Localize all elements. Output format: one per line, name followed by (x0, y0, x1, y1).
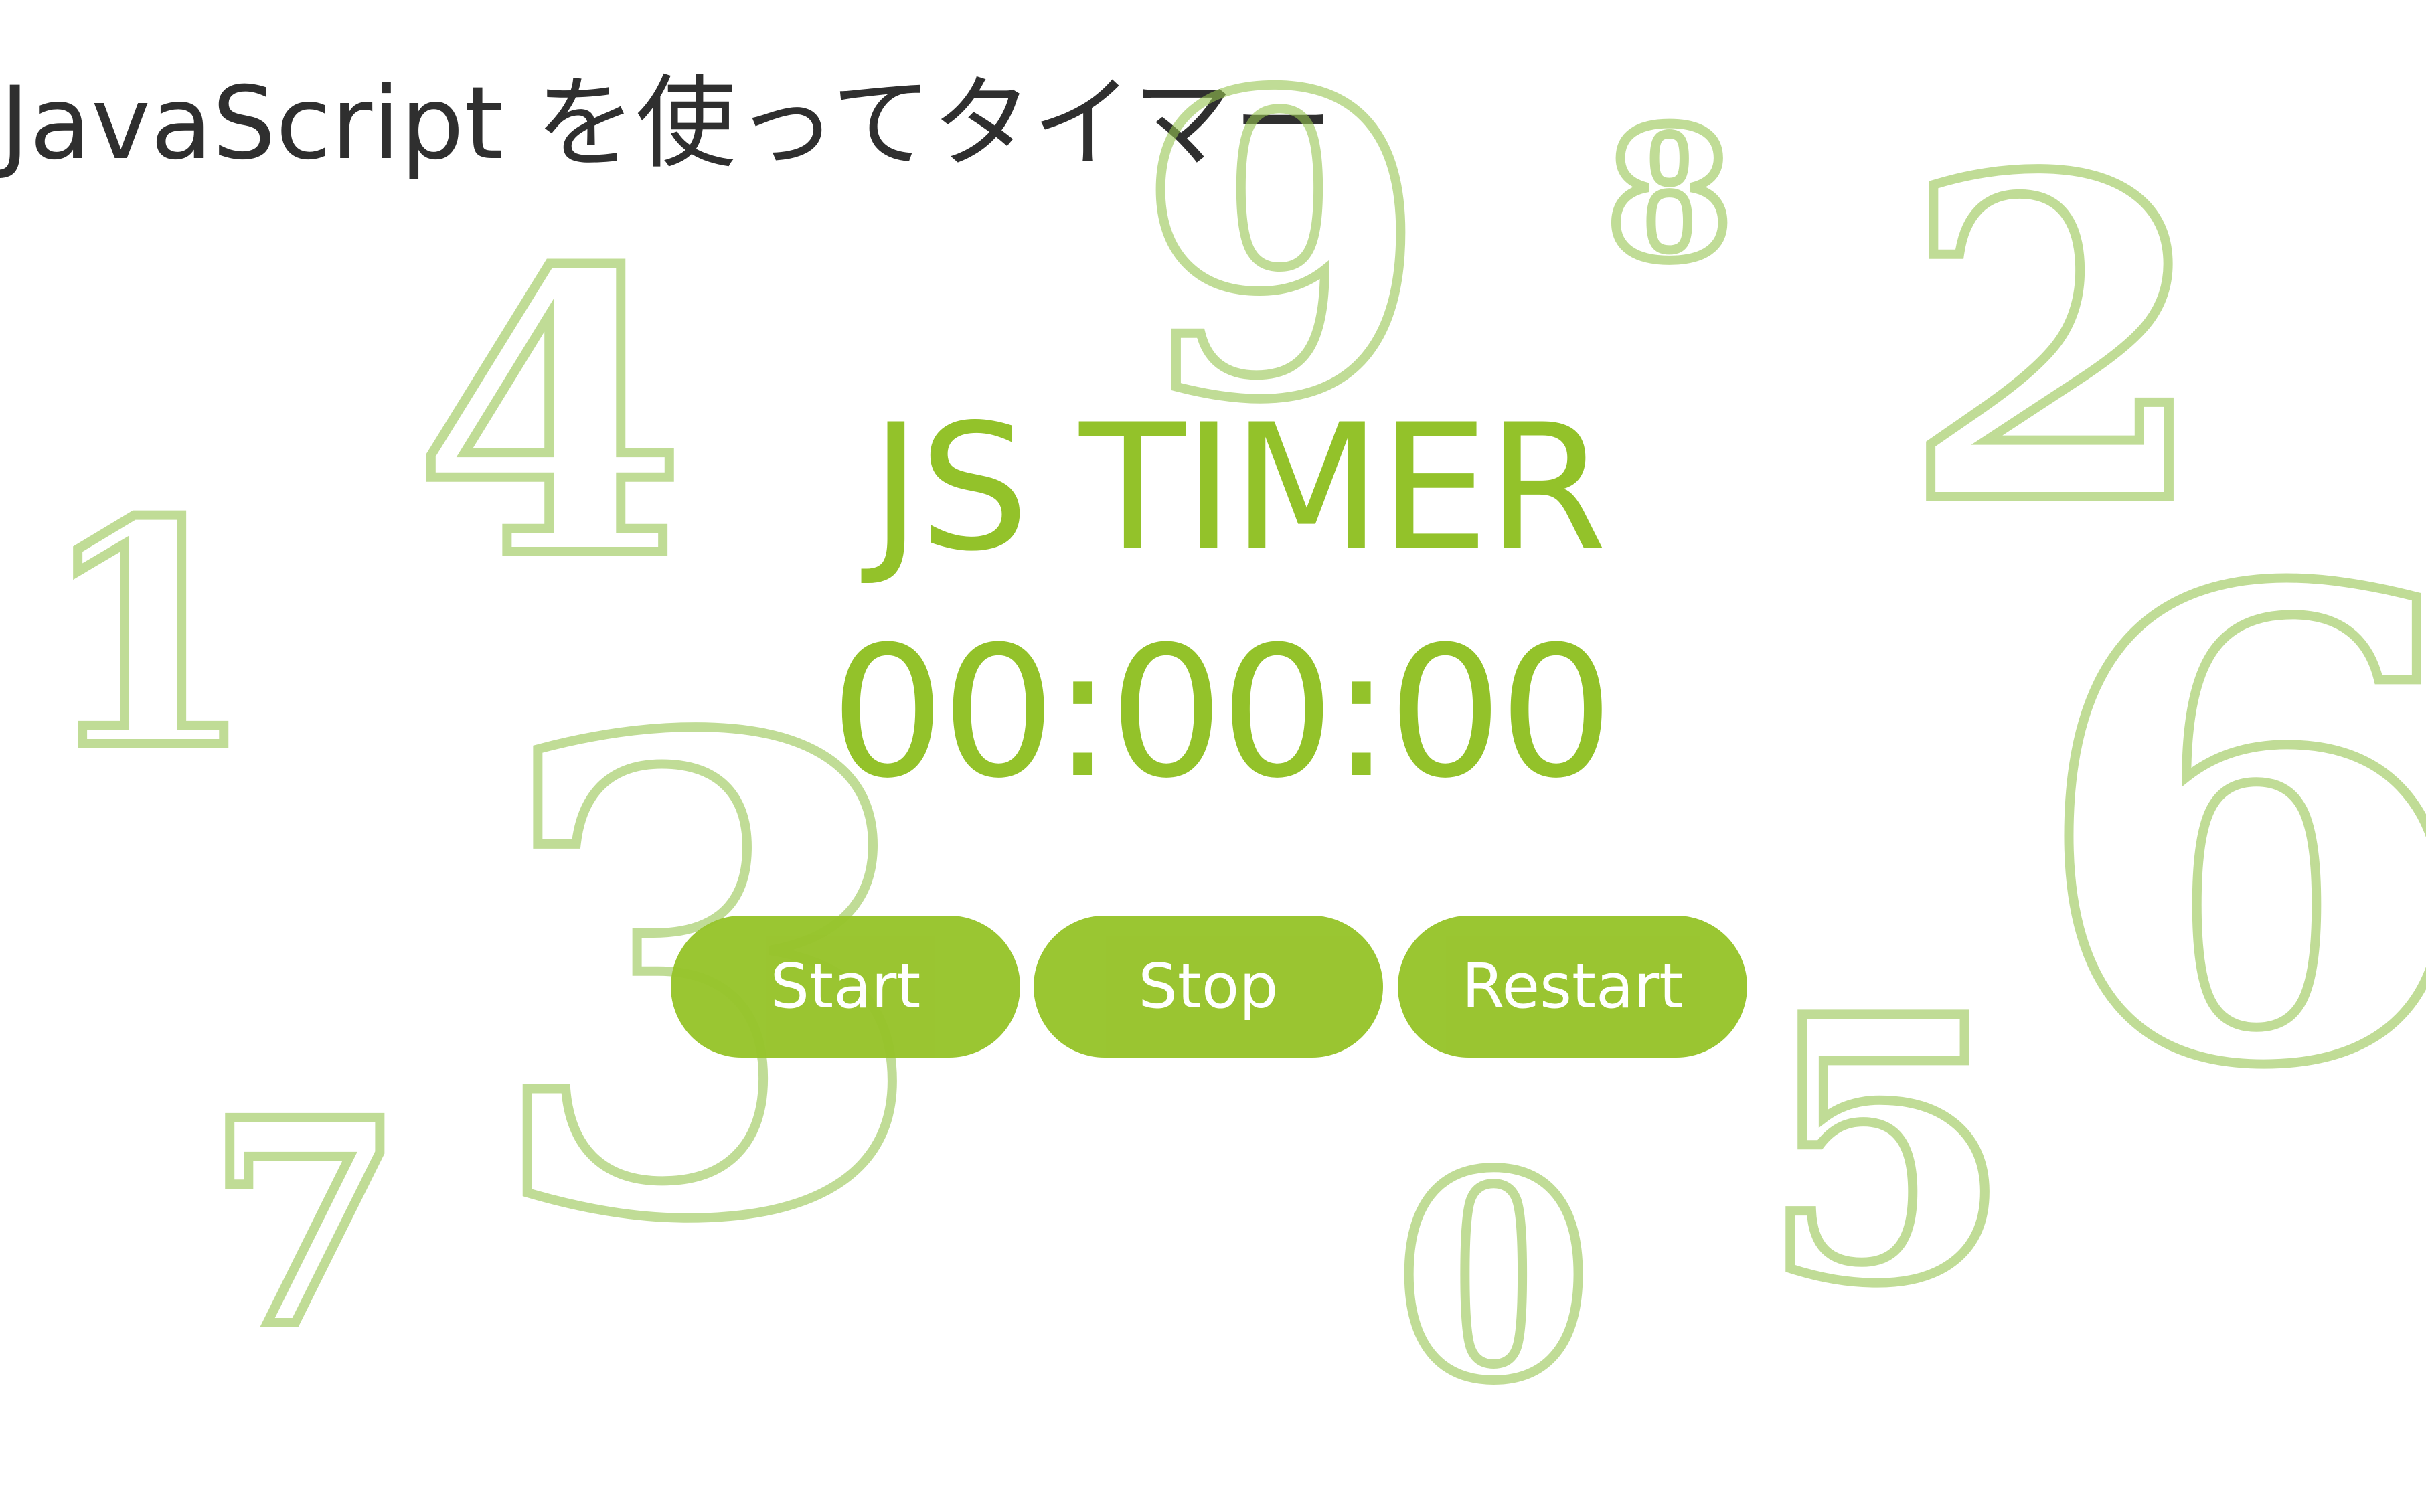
page-heading: JavaScript を使ってタイマー (0, 66, 1334, 182)
restart-button[interactable]: Restart (1398, 916, 1747, 1058)
stop-button[interactable]: Stop (1034, 916, 1383, 1058)
background-digit-8: 8 (1602, 88, 1737, 301)
timer-display: 00:00:00 (830, 607, 1614, 818)
background-digit-4: 4 (410, 187, 690, 643)
start-button[interactable]: Start (671, 916, 1020, 1058)
background-digit-7: 7 (203, 1060, 408, 1390)
background-digit-1: 1 (35, 455, 259, 817)
background-digit-6: 6 (2024, 452, 2426, 1207)
timer-title: JS TIMER (870, 388, 1607, 590)
background-digit-0: 0 (1391, 1113, 1596, 1443)
background-digit-2: 2 (1896, 82, 2213, 601)
background-digit-5: 5 (1756, 939, 2017, 1363)
